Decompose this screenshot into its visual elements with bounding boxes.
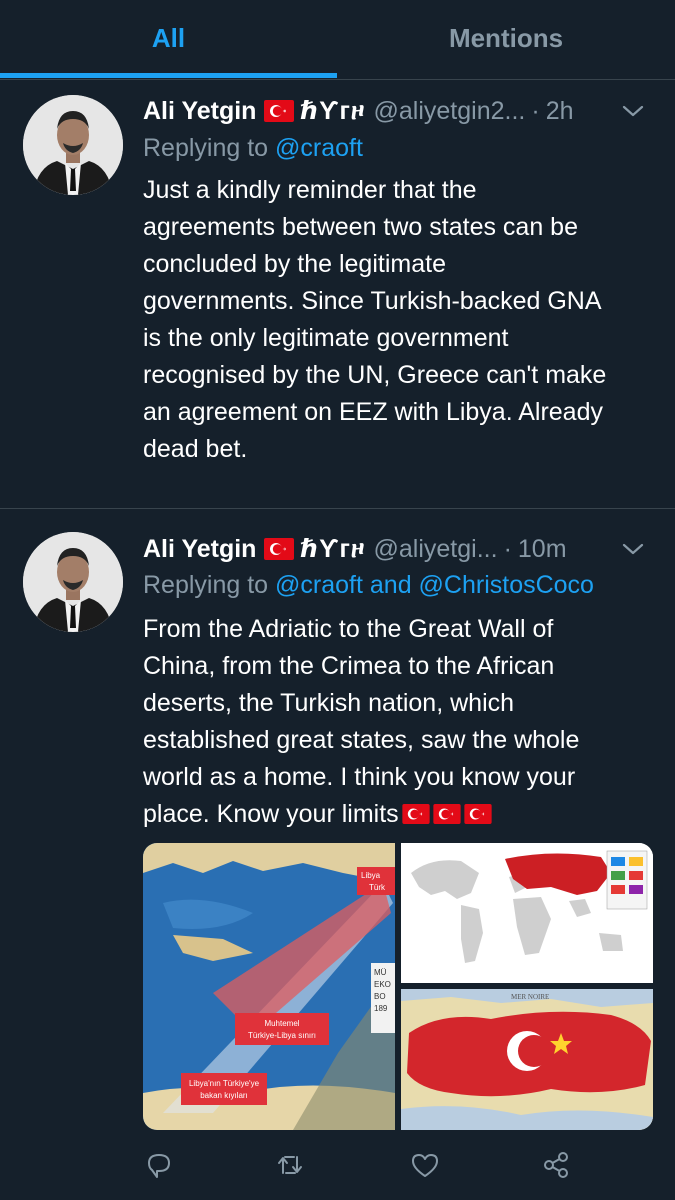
name-script: ℏϒᴦዞ xyxy=(300,535,366,563)
retweet-icon[interactable] xyxy=(274,1149,306,1181)
tweet[interactable]: Ali Yetgin ℏϒᴦዞ @aliyetgin2... · 2h Repl… xyxy=(0,79,675,509)
map-label: BO xyxy=(374,992,386,1001)
tweet-text: Just a kindly reminder that the agreemen… xyxy=(143,176,607,463)
tweet-text: From the Adriatic to the Great Wall of C… xyxy=(143,611,663,833)
turkish-flag-icon xyxy=(402,798,430,824)
media-image-eez-map[interactable]: Muhtemel Türkiye-Libya sınırı Libya'nın … xyxy=(143,843,395,1130)
tweet-text-content: From the Adriatic to the Great Wall of C… xyxy=(143,615,580,828)
media-image-flag-map[interactable]: MER NOIRE xyxy=(401,989,653,1130)
tab-all[interactable]: All xyxy=(0,0,337,76)
map-label: bakan kıyıları xyxy=(200,1091,248,1100)
share-icon[interactable] xyxy=(540,1149,572,1181)
user-handle[interactable]: @aliyetgin2... xyxy=(374,97,526,126)
replying-prefix: Replying to xyxy=(143,571,269,599)
turkish-flag-icon xyxy=(464,798,492,824)
tab-mentions[interactable]: Mentions xyxy=(337,0,675,76)
chevron-down-icon[interactable] xyxy=(621,99,645,123)
map-label: Muhtemel xyxy=(264,1019,299,1028)
reply-icon[interactable] xyxy=(143,1149,175,1181)
user-handle[interactable]: @aliyetgi... xyxy=(374,535,498,564)
media-image-world-map[interactable] xyxy=(401,843,653,983)
mention-link[interactable]: @craoft xyxy=(275,134,363,162)
separator: · xyxy=(503,534,512,563)
tweet[interactable]: Ali Yetgin ℏϒᴦዞ @aliyetgi... · 10m Reply… xyxy=(0,509,675,1200)
map-label: MÜ xyxy=(374,968,387,977)
replying-to: Replying to @craoft and @ChristosCoco xyxy=(143,571,655,600)
tweet-header: Ali Yetgin ℏϒᴦዞ @aliyetgi... · 10m xyxy=(143,531,645,567)
turkish-flag-icon xyxy=(433,798,461,824)
map-label: 189 xyxy=(374,1004,388,1013)
timestamp[interactable]: 10m xyxy=(518,535,567,564)
replying-to: Replying to @craoft xyxy=(143,134,655,163)
tweet-header: Ali Yetgin ℏϒᴦዞ @aliyetgin2... · 2h xyxy=(143,93,645,129)
mention-link[interactable]: @craoft and @ChristosCoco xyxy=(275,571,594,599)
replying-prefix: Replying to xyxy=(143,134,269,162)
separator: · xyxy=(531,96,540,125)
heart-icon[interactable] xyxy=(409,1149,441,1181)
display-name[interactable]: Ali Yetgin xyxy=(143,535,256,564)
map-label: Libya'nın Türkiye'ye xyxy=(189,1079,260,1088)
timestamp[interactable]: 2h xyxy=(546,97,574,126)
chevron-down-icon[interactable] xyxy=(621,537,645,561)
map-label: MER NOIRE xyxy=(511,993,549,1001)
media-grid: Muhtemel Türkiye-Libya sınırı Libya'nın … xyxy=(143,843,653,1130)
tab-bar: All Mentions xyxy=(0,0,675,80)
map-label: Türkiye-Libya sınırı xyxy=(248,1031,316,1040)
avatar[interactable] xyxy=(23,532,123,632)
turkish-flag-icon xyxy=(264,100,295,122)
map-label: Türk xyxy=(369,883,386,892)
turkish-flag-icon xyxy=(264,538,295,560)
name-script: ℏϒᴦዞ xyxy=(300,97,366,125)
active-tab-indicator xyxy=(0,73,337,78)
display-name[interactable]: Ali Yetgin xyxy=(143,97,256,126)
map-label: EKO xyxy=(374,980,391,989)
avatar[interactable] xyxy=(23,95,123,195)
map-label: Libya xyxy=(361,871,381,880)
tweet-actions xyxy=(143,1149,653,1185)
